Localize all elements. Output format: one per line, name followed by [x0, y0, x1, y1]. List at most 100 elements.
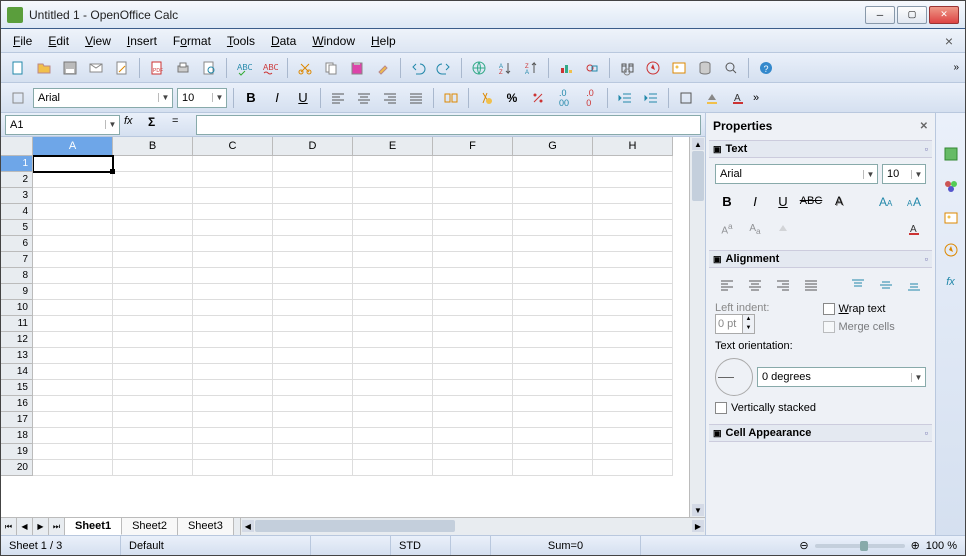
- collapse-icon[interactable]: ▣: [713, 428, 722, 439]
- cell[interactable]: [273, 284, 353, 300]
- wrap-text-checkbox[interactable]: Wrap text: [823, 303, 927, 315]
- cell[interactable]: [273, 188, 353, 204]
- styles-tab-icon[interactable]: [940, 175, 962, 197]
- fontcolor-icon[interactable]: A: [727, 87, 749, 109]
- fontcolor-icon[interactable]: A: [902, 218, 926, 240]
- chevron-down-icon[interactable]: ▼: [863, 170, 877, 179]
- row-header[interactable]: 3: [1, 188, 33, 204]
- scroll-up-icon[interactable]: ▲: [692, 138, 704, 150]
- cell[interactable]: [513, 172, 593, 188]
- cell[interactable]: [33, 332, 113, 348]
- cell[interactable]: [193, 364, 273, 380]
- menu-data[interactable]: Data: [263, 32, 304, 50]
- row-header[interactable]: 12: [1, 332, 33, 348]
- cell[interactable]: [273, 252, 353, 268]
- justify-icon[interactable]: [405, 87, 427, 109]
- cell[interactable]: [513, 220, 593, 236]
- cell[interactable]: [433, 460, 513, 476]
- menu-edit[interactable]: Edit: [40, 32, 77, 50]
- cell[interactable]: [113, 460, 193, 476]
- cell[interactable]: [513, 444, 593, 460]
- cell[interactable]: [513, 364, 593, 380]
- sort-desc-icon[interactable]: ZA: [520, 57, 542, 79]
- cell[interactable]: [113, 332, 193, 348]
- toolbar-overflow-icon[interactable]: »: [753, 92, 759, 104]
- cell[interactable]: [353, 220, 433, 236]
- cell[interactable]: [513, 396, 593, 412]
- underline-icon[interactable]: U: [771, 190, 795, 212]
- cell[interactable]: [593, 268, 673, 284]
- zoom-value[interactable]: 100 %: [926, 540, 957, 552]
- cut-icon[interactable]: [294, 57, 316, 79]
- cell[interactable]: [33, 316, 113, 332]
- cell[interactable]: [593, 156, 673, 172]
- font-size-combo[interactable]: ▼: [177, 88, 227, 108]
- cell[interactable]: [433, 284, 513, 300]
- minimize-button[interactable]: ─: [865, 6, 895, 24]
- cell[interactable]: [353, 364, 433, 380]
- select-all-corner[interactable]: [1, 137, 33, 156]
- delete-decimal-icon[interactable]: .00: [579, 87, 601, 109]
- cell[interactable]: [33, 460, 113, 476]
- cell[interactable]: [513, 156, 593, 172]
- datasources-icon[interactable]: [694, 57, 716, 79]
- cell[interactable]: [33, 236, 113, 252]
- cell[interactable]: [113, 188, 193, 204]
- cell[interactable]: [593, 460, 673, 476]
- cell[interactable]: [273, 332, 353, 348]
- cell[interactable]: [513, 268, 593, 284]
- align-middle-icon[interactable]: [874, 274, 898, 296]
- menu-insert[interactable]: Insert: [119, 32, 165, 50]
- cell[interactable]: [593, 364, 673, 380]
- zoom-in-icon[interactable]: ⊕: [911, 539, 920, 552]
- find-icon[interactable]: [616, 57, 638, 79]
- redo-icon[interactable]: [433, 57, 455, 79]
- menu-tools[interactable]: Tools: [219, 32, 263, 50]
- sheet-tab[interactable]: Sheet1: [65, 518, 122, 535]
- row-header[interactable]: 2: [1, 172, 33, 188]
- align-right-icon[interactable]: [771, 274, 795, 296]
- cell[interactable]: [33, 300, 113, 316]
- panel-size-combo[interactable]: ▼: [882, 164, 926, 184]
- show-draw-icon[interactable]: [581, 57, 603, 79]
- strikethrough-icon[interactable]: ABC: [799, 190, 823, 212]
- bold-icon[interactable]: B: [715, 190, 739, 212]
- column-header[interactable]: C: [193, 137, 273, 156]
- collapse-icon[interactable]: ▣: [713, 144, 722, 155]
- cell[interactable]: [113, 284, 193, 300]
- gallery-tab-icon[interactable]: [940, 207, 962, 229]
- cell[interactable]: [273, 412, 353, 428]
- cell[interactable]: [513, 188, 593, 204]
- cell[interactable]: [433, 444, 513, 460]
- copy-icon[interactable]: [320, 57, 342, 79]
- styles-icon[interactable]: [7, 87, 29, 109]
- align-center-icon[interactable]: [743, 274, 767, 296]
- cell[interactable]: [593, 332, 673, 348]
- cell[interactable]: [513, 300, 593, 316]
- cell[interactable]: [433, 172, 513, 188]
- font-size-input[interactable]: [178, 92, 212, 104]
- print-preview-icon[interactable]: [198, 57, 220, 79]
- cell[interactable]: [513, 380, 593, 396]
- cell[interactable]: [33, 428, 113, 444]
- cell[interactable]: [593, 220, 673, 236]
- scroll-thumb[interactable]: [255, 520, 455, 532]
- more-options-icon[interactable]: ▫: [925, 428, 928, 438]
- cell[interactable]: [513, 284, 593, 300]
- cell[interactable]: [113, 444, 193, 460]
- row-header[interactable]: 11: [1, 316, 33, 332]
- save-icon[interactable]: [59, 57, 81, 79]
- name-box[interactable]: ▼: [5, 115, 120, 135]
- cell[interactable]: [33, 364, 113, 380]
- menu-view[interactable]: View: [77, 32, 119, 50]
- cell[interactable]: [33, 380, 113, 396]
- cell[interactable]: [433, 332, 513, 348]
- merge-cells-checkbox[interactable]: Merge cells: [823, 321, 927, 333]
- decrease-font-icon[interactable]: AA: [902, 190, 926, 212]
- cell[interactable]: [353, 316, 433, 332]
- scroll-right-icon[interactable]: ▶: [692, 520, 704, 532]
- cell[interactable]: [353, 268, 433, 284]
- cell[interactable]: [513, 316, 593, 332]
- cell[interactable]: [353, 156, 433, 172]
- cell[interactable]: [113, 300, 193, 316]
